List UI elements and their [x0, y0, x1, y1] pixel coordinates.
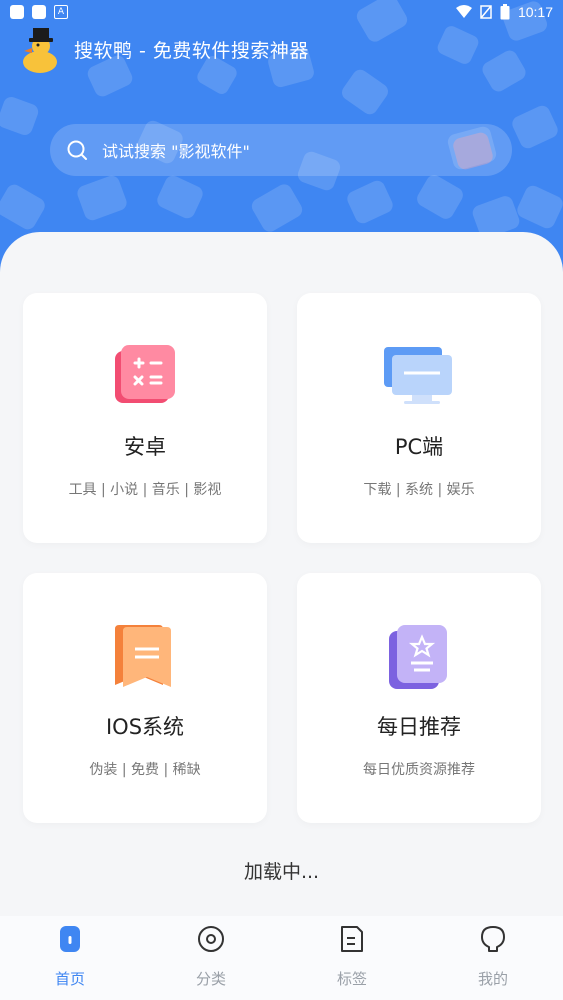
app-title: 搜软鸭 - 免费软件搜索神器: [74, 39, 309, 62]
tab-home[interactable]: 首页: [0, 916, 140, 1000]
card-subtitle: 伪装 | 免费 | 稀缺: [89, 762, 201, 778]
card-title: 每日推荐: [377, 715, 461, 739]
bookmark-icon: [115, 625, 171, 687]
wifi-icon: [455, 5, 472, 18]
tab-label: 分类: [195, 970, 226, 988]
notification-icon: [32, 5, 46, 19]
tab-label: 我的: [477, 970, 508, 988]
duck-logo-icon: [23, 28, 57, 73]
category-card-android[interactable]: 安卓 工具 | 小说 | 音乐 | 影视: [23, 293, 267, 543]
calculator-icon: [115, 345, 175, 403]
battery-icon: [500, 4, 510, 20]
card-subtitle: 工具 | 小说 | 音乐 | 影视: [68, 482, 222, 498]
card-title: PC端: [394, 435, 444, 459]
profile-icon: [481, 926, 505, 952]
category-card-pc[interactable]: PC端 下载 | 系统 | 娱乐: [297, 293, 541, 543]
clock: 10:17: [517, 4, 553, 20]
tab-tags[interactable]: 标签: [282, 916, 422, 1000]
sim-icon: [480, 5, 492, 19]
app-header: 搜软鸭 - 免费软件搜索神器: [18, 24, 309, 74]
search-bar[interactable]: 试试搜索 "影视软件": [50, 124, 512, 176]
notification-a-icon: A: [54, 5, 68, 19]
notification-icon: [10, 5, 24, 19]
card-subtitle: 每日优质资源推荐: [363, 762, 475, 778]
tab-category[interactable]: 分类: [141, 916, 281, 1000]
search-icon: [67, 140, 87, 160]
star-badge-icon: [389, 625, 447, 689]
loading-text: 加载中...: [243, 861, 320, 883]
monitor-icon: [384, 347, 452, 404]
card-subtitle: 下载 | 系统 | 娱乐: [363, 482, 475, 498]
tab-label: 标签: [336, 970, 367, 988]
search-placeholder: 试试搜索 "影视软件": [102, 142, 250, 161]
card-title: IOS系统: [105, 715, 185, 739]
category-icon: [198, 926, 224, 952]
status-bar: A 10:17: [0, 0, 563, 24]
category-card-ios[interactable]: IOS系统 伪装 | 免费 | 稀缺: [23, 573, 267, 823]
home-icon: [60, 926, 80, 952]
tag-icon: [341, 926, 363, 952]
tab-profile[interactable]: 我的: [423, 916, 563, 1000]
bottom-tab-bar: 首页 分类 标签 我的: [0, 916, 563, 1000]
category-card-daily[interactable]: 每日推荐 每日优质资源推荐: [297, 573, 541, 823]
tab-label: 首页: [54, 970, 85, 988]
card-title: 安卓: [124, 435, 166, 459]
